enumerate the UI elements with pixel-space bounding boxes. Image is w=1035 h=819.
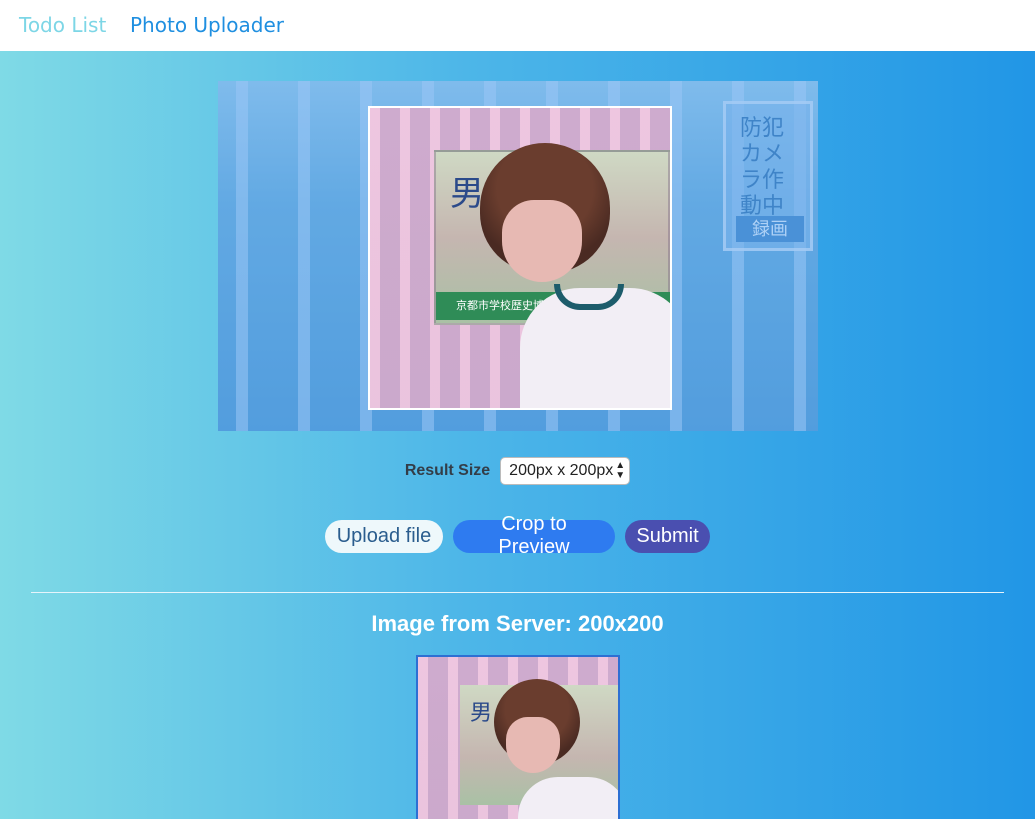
crop-to-preview-button[interactable]: Crop to Preview xyxy=(453,513,615,558)
top-navbar: Todo List Photo Uploader xyxy=(0,0,1035,51)
result-size-row: Result Size 200px x 200px ▲ ▼ xyxy=(0,456,1035,486)
image-cropper[interactable]: 防犯カメラ作動中 録画 男 京都市学校歴史博物館 xyxy=(218,81,818,431)
crop-selection-box[interactable]: 男 京都市学校歴史博物館 xyxy=(368,106,672,410)
nav-link-todo-list[interactable]: Todo List xyxy=(19,13,106,37)
result-size-value: 200px x 200px xyxy=(509,462,614,479)
main-content: 防犯カメラ作動中 録画 男 京都市学校歴史博物館 Result Size 200… xyxy=(0,51,1035,819)
result-size-select[interactable]: 200px x 200px ▲ ▼ xyxy=(500,457,631,485)
submit-button[interactable]: Submit xyxy=(625,519,710,553)
section-divider xyxy=(31,592,1004,593)
action-buttons: Upload file Crop to Preview Submit xyxy=(0,513,1035,558)
nav-link-photo-uploader[interactable]: Photo Uploader xyxy=(130,13,284,37)
server-image-title: Image from Server: 200x200 xyxy=(371,611,664,636)
result-size-label: Result Size xyxy=(404,462,491,479)
server-image-poster-title: 男 xyxy=(470,701,493,726)
poster-title: 男 xyxy=(450,174,484,214)
upload-file-button[interactable]: Upload file xyxy=(325,519,443,553)
server-image-subject-face xyxy=(506,717,560,773)
subject-face xyxy=(502,200,582,282)
select-arrows-icon: ▲ ▼ xyxy=(615,460,626,481)
server-image: 男 xyxy=(416,655,620,819)
